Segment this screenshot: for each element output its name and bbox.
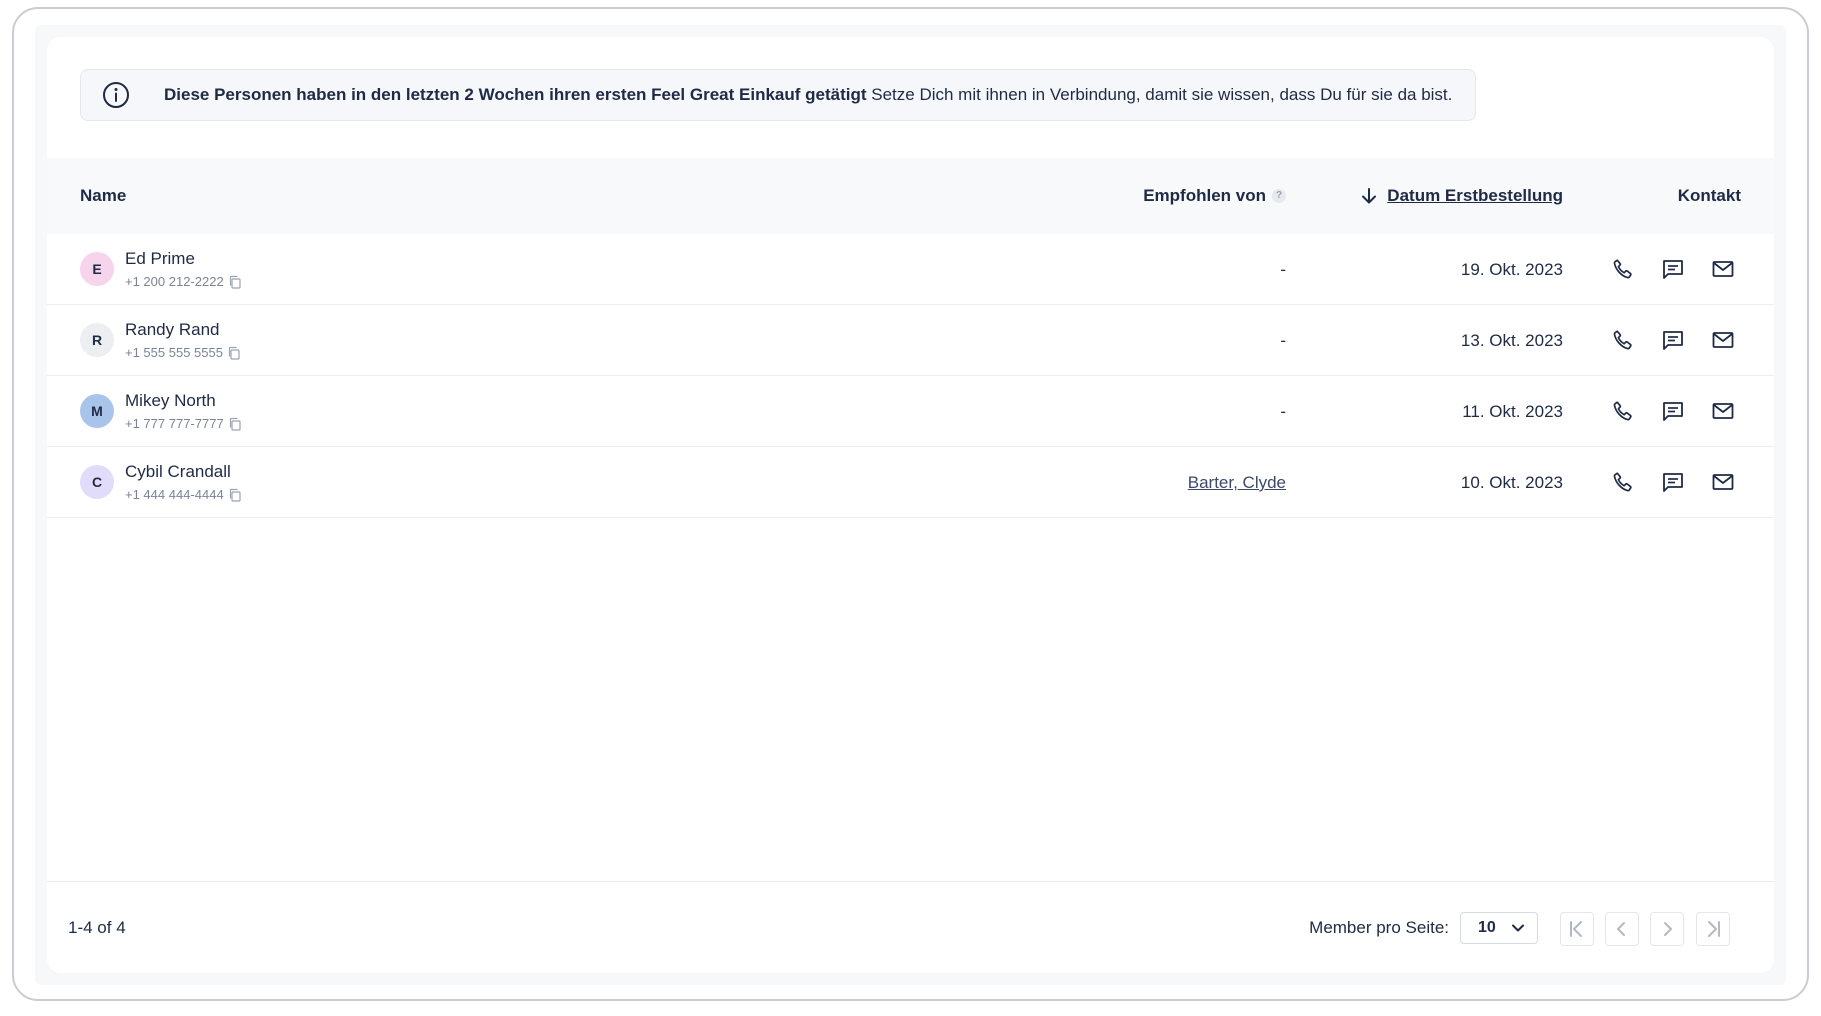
help-icon[interactable]: ? [1272,189,1286,203]
member-name[interactable]: Ed Prime [125,249,195,269]
table-row[interactable]: E Ed Prime +1 200 212-2222 - 19. Okt. 2023 [47,234,1774,305]
arrow-down-icon[interactable] [1359,186,1379,206]
member-name[interactable]: Randy Rand [125,320,220,340]
info-banner-bold: Diese Personen haben in den letzten 2 Wo… [164,85,867,104]
column-header-referred-by-label: Empfohlen von [1143,186,1266,205]
avatar: M [80,394,114,428]
referred-by: - [1280,402,1286,421]
avatar: E [80,252,114,286]
referred-by: - [1280,260,1286,279]
referred-by: - [1280,331,1286,350]
phone-icon[interactable] [1611,470,1635,494]
window-frame: Diese Personen haben in den letzten 2 Wo… [12,7,1809,1001]
chat-icon[interactable] [1661,399,1685,423]
page-shell: Diese Personen haben in den letzten 2 Wo… [35,25,1786,985]
chat-icon[interactable] [1661,470,1685,494]
previous-page-button[interactable] [1605,912,1639,946]
member-phone-number: +1 777 777-7777 [125,416,224,431]
first-page-button[interactable] [1560,912,1594,946]
first-order-date: 11. Okt. 2023 [1462,402,1563,421]
member-phone-number: +1 200 212-2222 [125,274,224,289]
info-icon [103,82,129,108]
first-page-icon [1570,921,1582,937]
table-footer: 1-4 of 4 Member pro Seite: 10 [47,881,1774,973]
per-page-label: Member pro Seite: [1309,918,1449,937]
copy-icon[interactable] [227,346,241,360]
table-row[interactable]: R Randy Rand +1 555 555 5555 - 13. Okt. 2023 [47,305,1774,376]
avatar: R [80,323,114,357]
last-page-icon [1708,921,1720,937]
copy-icon[interactable] [228,488,242,502]
chat-icon[interactable] [1661,328,1685,352]
info-banner-text: Diese Personen haben in den letzten 2 Wo… [164,85,1452,105]
chevron-down-icon [1511,924,1524,932]
chevron-right-icon [1664,922,1672,936]
chevron-left-icon [1617,922,1625,936]
chat-icon[interactable] [1661,257,1685,281]
mail-icon[interactable] [1711,399,1735,423]
per-page-select[interactable]: 10 [1460,912,1538,944]
mail-icon[interactable] [1711,470,1735,494]
phone-icon[interactable] [1611,328,1635,352]
member-phone: +1 200 212-2222 [125,274,242,289]
member-phone-number: +1 444 444-4444 [125,487,224,502]
first-order-date: 13. Okt. 2023 [1460,331,1563,350]
phone-icon[interactable] [1611,399,1635,423]
copy-icon[interactable] [228,275,242,289]
referred-by[interactable]: Barter, Clyde [1188,447,1286,518]
first-order-date: 10. Okt. 2023 [1460,473,1563,492]
new-customers-panel: Diese Personen haben in den letzten 2 Wo… [47,37,1774,973]
table-header: Name Empfohlen von ? Datum Erstbestellun… [47,158,1774,234]
column-header-name[interactable]: Name [80,158,126,234]
table-row[interactable]: C Cybil Crandall +1 444 444-4444 Barter, Cl… [47,447,1774,518]
member-name[interactable]: Mikey North [125,391,216,411]
info-banner: Diese Personen haben in den letzten 2 Wo… [80,69,1476,121]
info-banner-detail: Setze Dich mit ihnen in Verbindung, dami… [866,85,1453,104]
member-name[interactable]: Cybil Crandall [125,462,231,482]
column-header-contact: Kontakt [1677,186,1741,205]
member-phone: +1 777 777-7777 [125,416,242,431]
member-phone: +1 555 555 5555 [125,345,241,360]
mail-icon[interactable] [1711,328,1735,352]
last-page-button[interactable] [1696,912,1730,946]
copy-icon[interactable] [228,417,242,431]
avatar: C [80,465,114,499]
pagination-range: 1-4 of 4 [68,918,126,937]
next-page-button[interactable] [1650,912,1684,946]
first-order-date: 19. Okt. 2023 [1460,260,1563,279]
member-phone: +1 444 444-4444 [125,487,242,502]
column-header-date[interactable]: Datum Erstbestellung [1359,158,1563,234]
column-header-referred-by[interactable]: Empfohlen von ? [1143,158,1286,234]
phone-icon[interactable] [1611,257,1635,281]
table-row[interactable]: M Mikey North +1 777 777-7777 - 11. Okt. 202… [47,376,1774,447]
member-phone-number: +1 555 555 5555 [125,345,223,360]
per-page-value: 10 [1478,919,1496,936]
column-header-date-label: Datum Erstbestellung [1387,186,1563,205]
mail-icon[interactable] [1711,257,1735,281]
